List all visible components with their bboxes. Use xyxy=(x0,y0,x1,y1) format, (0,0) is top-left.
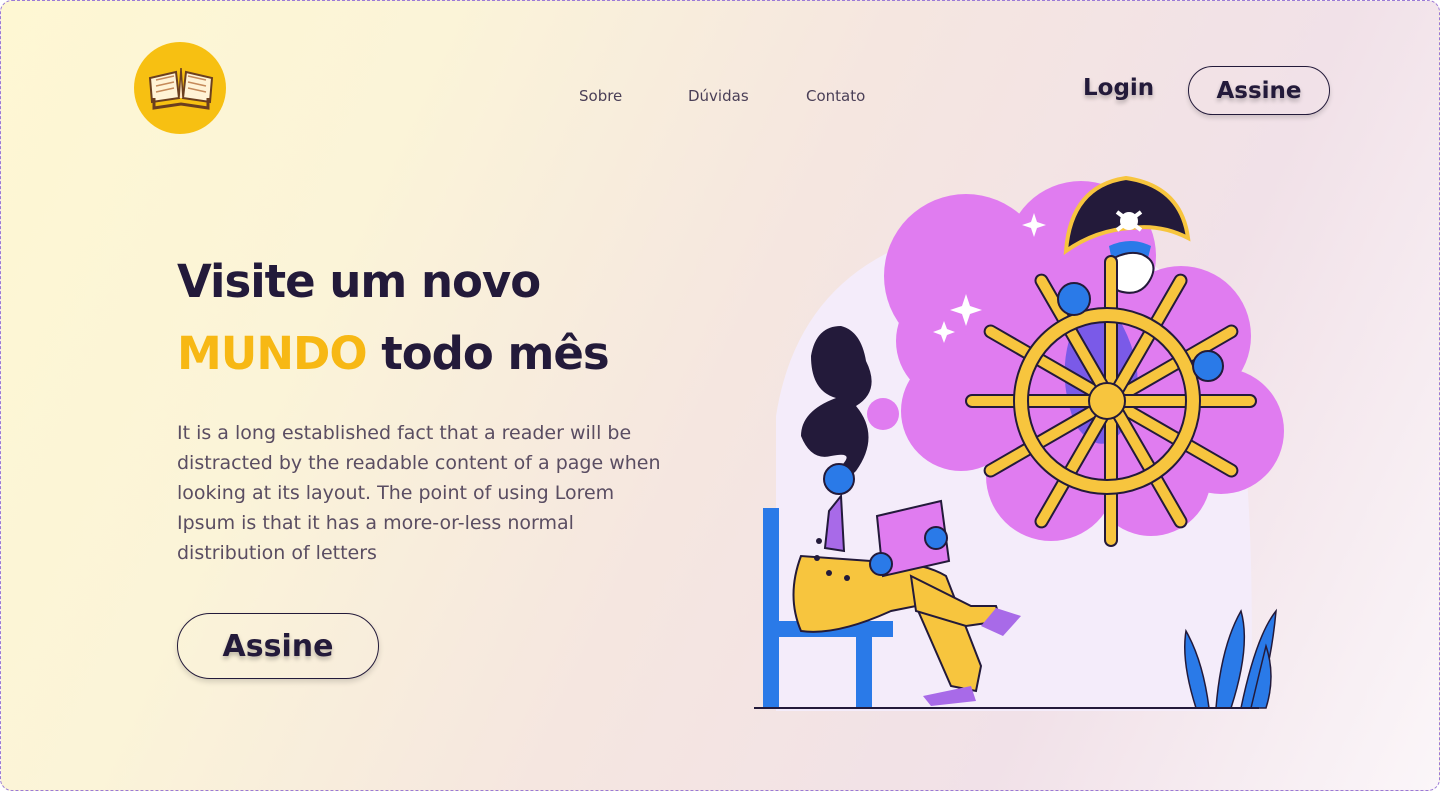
landing-page: Sobre Dúvidas Contato Login Assine Visit… xyxy=(0,0,1440,791)
hero-paragraph: It is a long established fact that a rea… xyxy=(177,422,661,564)
logo[interactable] xyxy=(134,42,226,134)
subscribe-button-hero[interactable]: Assine xyxy=(177,613,379,679)
hero-title-line2: MUNDO todo mês xyxy=(177,327,610,380)
planet-icon xyxy=(1057,282,1091,316)
nav-link-duvidas[interactable]: Dúvidas xyxy=(688,87,749,105)
hero-title-rest: todo mês xyxy=(366,327,609,380)
hero-title-accent: MUNDO xyxy=(177,327,368,380)
hero-illustration xyxy=(754,175,1284,711)
planet-icon xyxy=(1192,350,1224,382)
open-book-icon xyxy=(148,67,214,110)
hero-title-line1: Visite um novo xyxy=(177,255,541,308)
subscribe-button-header[interactable]: Assine xyxy=(1188,66,1330,115)
login-link[interactable]: Login xyxy=(1083,75,1154,101)
nav-link-sobre[interactable]: Sobre xyxy=(579,87,622,105)
nav-link-contato[interactable]: Contato xyxy=(806,87,865,105)
